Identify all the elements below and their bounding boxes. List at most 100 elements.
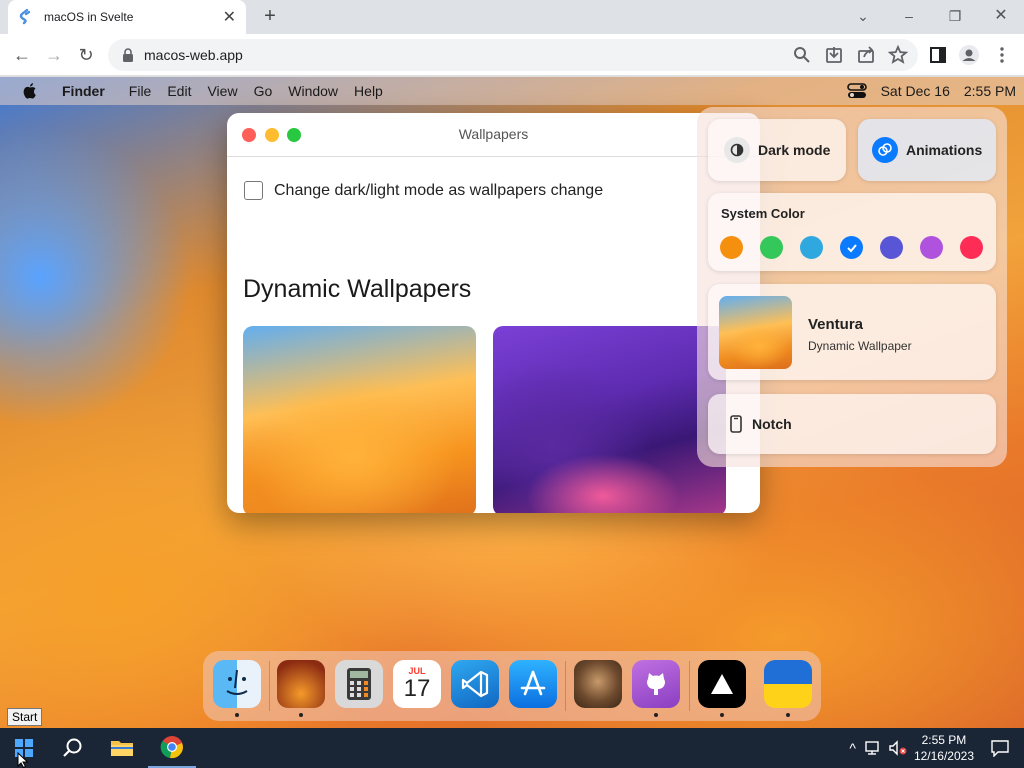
macos-desktop: Finder File Edit View Go Window Help Sat…: [0, 77, 1024, 728]
install-icon[interactable]: [822, 43, 846, 67]
tab-title: macOS in Svelte: [44, 10, 134, 24]
taskbar-clock[interactable]: 2:55 PM 12/16/2023: [914, 732, 974, 764]
volume-muted-icon[interactable]: [888, 740, 908, 756]
notch-toggle[interactable]: Notch: [708, 394, 996, 454]
close-tab-icon[interactable]: ✕: [223, 7, 236, 27]
dock-separator: [565, 661, 566, 711]
show-hidden-icons-icon[interactable]: ^: [849, 740, 856, 756]
system-color-label: System Color: [721, 206, 805, 221]
bookmark-star-icon[interactable]: [886, 43, 910, 67]
github-icon[interactable]: [632, 660, 680, 708]
animations-label: Animations: [906, 142, 983, 158]
menubar-time: 2:55 PM: [963, 83, 1016, 99]
running-indicator: [720, 713, 724, 717]
running-indicator: [235, 713, 239, 717]
start-tooltip: Start: [7, 708, 43, 726]
share-icon[interactable]: [854, 43, 878, 67]
finder-icon[interactable]: [213, 660, 261, 708]
chrome-icon: [160, 736, 183, 759]
color-swatch-green[interactable]: [760, 236, 783, 259]
search-button[interactable]: [48, 728, 96, 768]
clock-time: 2:55 PM: [921, 733, 967, 747]
auto-dark-mode-label: Change dark/light mode as wallpapers cha…: [274, 181, 604, 199]
menu-file[interactable]: File: [129, 83, 152, 99]
menu-kebab-icon[interactable]: [990, 43, 1014, 67]
dock-separator: [689, 661, 690, 711]
tab-search-icon[interactable]: ⌄: [845, 4, 881, 28]
menu-window[interactable]: Window: [288, 83, 338, 99]
close-window-button[interactable]: ✕: [983, 4, 1019, 28]
wallpaper-preview: [719, 296, 792, 369]
wallpaper-thumbnail-ventura[interactable]: [243, 326, 476, 513]
control-center-panel: Dark mode Animations System Color Ventur…: [697, 107, 1007, 467]
network-icon[interactable]: [864, 740, 882, 756]
animations-toggle[interactable]: Animations: [858, 119, 996, 181]
browser-tab-bar: macOS in Svelte ✕ + ⌄ – ❐ ✕: [0, 0, 1024, 34]
color-swatch-indigo[interactable]: [880, 236, 903, 259]
menu-app-name[interactable]: Finder: [62, 83, 105, 99]
ukraine-flag-icon[interactable]: [764, 660, 812, 708]
browser-tab[interactable]: macOS in Svelte ✕: [8, 0, 246, 34]
menu-help[interactable]: Help: [354, 83, 383, 99]
color-swatch-orange[interactable]: [720, 236, 743, 259]
color-swatch-purple[interactable]: [920, 236, 943, 259]
search-icon: [63, 738, 82, 757]
menu-edit[interactable]: Edit: [167, 83, 191, 99]
calendar-day: 17: [403, 675, 431, 702]
notch-label: Notch: [752, 416, 792, 432]
wallpaper-name: Ventura: [808, 316, 864, 333]
mouse-cursor-icon: [17, 752, 29, 768]
new-tab-button[interactable]: +: [258, 4, 282, 28]
vscode-icon[interactable]: [451, 660, 499, 708]
restore-button[interactable]: ❐: [937, 4, 973, 28]
running-indicator: [654, 713, 658, 717]
phone-icon: [730, 415, 742, 433]
color-swatch-blue[interactable]: [840, 236, 863, 259]
purrfect-cat-app-icon[interactable]: [574, 660, 622, 708]
system-tray: ^ 2:55 PM 12/16/2023: [849, 728, 1024, 768]
wallpaper-type: Dynamic Wallpaper: [808, 339, 912, 353]
dark-mode-toggle[interactable]: Dark mode: [708, 119, 846, 181]
lock-icon: [123, 48, 133, 62]
svelte-icon: [19, 9, 31, 25]
window-titlebar[interactable]: Wallpapers: [227, 113, 760, 157]
calculator-icon[interactable]: [335, 660, 383, 708]
back-button[interactable]: ←: [10, 43, 34, 67]
wallpaper-tile[interactable]: Ventura Dynamic Wallpaper: [708, 284, 996, 380]
url-text: macos-web.app: [144, 47, 243, 63]
app-store-icon[interactable]: [509, 660, 557, 708]
vercel-icon[interactable]: [698, 660, 746, 708]
color-swatch-pink[interactable]: [960, 236, 983, 259]
running-indicator: [299, 713, 303, 717]
file-explorer-button[interactable]: [98, 728, 146, 768]
wallpapers-window: Wallpapers Change dark/light mode as wal…: [227, 113, 760, 513]
running-indicator: [786, 713, 790, 717]
animations-icon: [872, 137, 898, 163]
dock: JUL 17: [203, 651, 821, 721]
auto-dark-mode-row[interactable]: Change dark/light mode as wallpapers cha…: [244, 181, 603, 200]
dark-mode-icon: [724, 137, 750, 163]
windows-taskbar: ^ 2:55 PM 12/16/2023: [0, 728, 1024, 768]
reload-button[interactable]: ↻: [74, 43, 98, 67]
chrome-taskbar-button[interactable]: [148, 728, 196, 768]
menu-go[interactable]: Go: [254, 83, 273, 99]
folder-icon: [111, 741, 133, 756]
dark-mode-label: Dark mode: [758, 142, 831, 158]
system-color-tile: System Color: [708, 193, 996, 271]
minimize-button[interactable]: –: [891, 4, 927, 28]
side-panel-icon[interactable]: [926, 43, 950, 67]
wallpapers-app-icon[interactable]: [277, 660, 325, 708]
profile-avatar-icon[interactable]: [957, 43, 981, 67]
wallpaper-thumbnail-monterey[interactable]: [493, 326, 726, 513]
browser-toolbar: ← → ↻ macos-web.app: [0, 34, 1024, 76]
zoom-icon[interactable]: [790, 43, 814, 67]
apple-logo-icon[interactable]: [22, 82, 38, 100]
notifications-icon[interactable]: [990, 739, 1010, 757]
forward-button[interactable]: →: [42, 43, 66, 67]
auto-dark-mode-checkbox[interactable]: [244, 181, 263, 200]
menu-view[interactable]: View: [207, 83, 237, 99]
section-heading: Dynamic Wallpapers: [243, 275, 472, 303]
calendar-icon[interactable]: JUL 17: [393, 660, 441, 708]
control-center-icon[interactable]: [846, 83, 867, 99]
color-swatch-cyan[interactable]: [800, 236, 823, 259]
